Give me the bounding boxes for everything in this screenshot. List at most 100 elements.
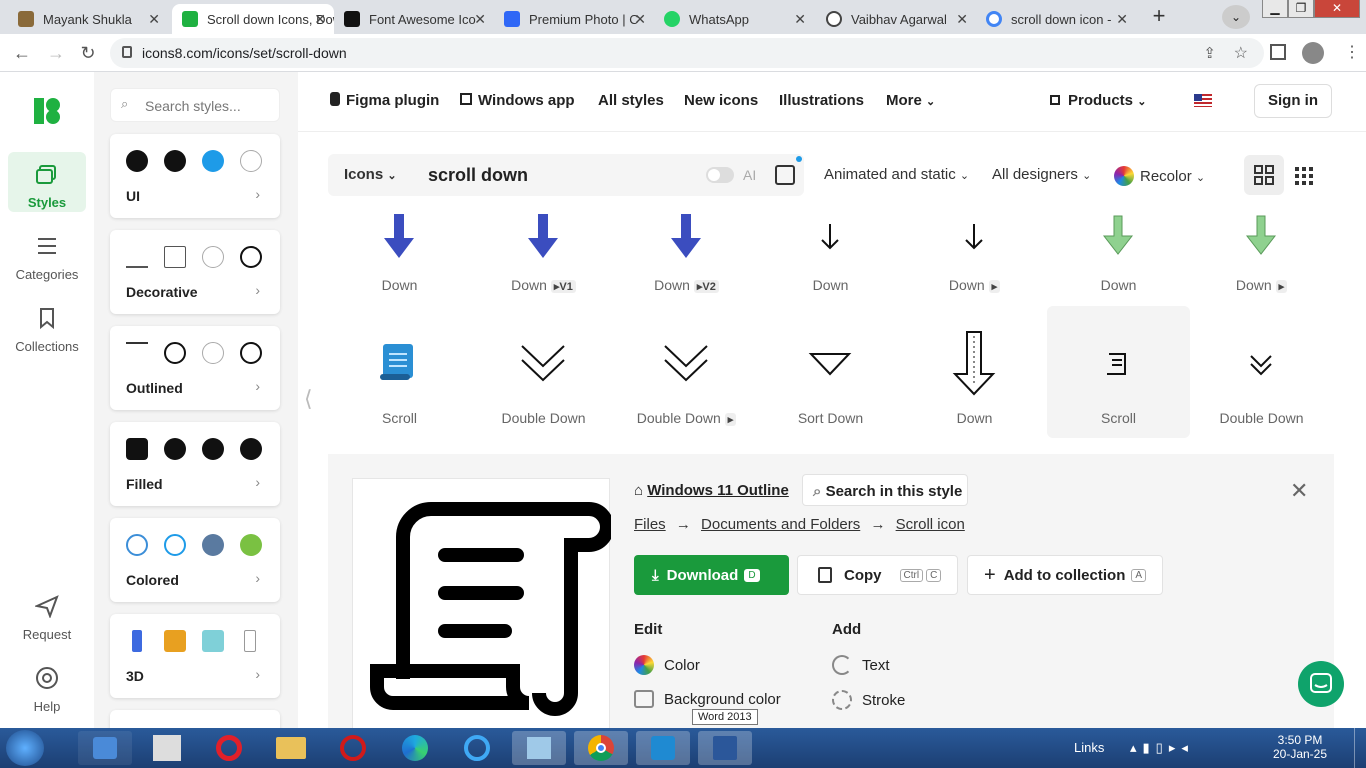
tab-font-awesome[interactable]: Font Awesome Ico ✕ <box>334 4 494 34</box>
animated-filter[interactable]: Animated and static ⌄ <box>824 166 969 183</box>
rail-request[interactable]: Request <box>8 594 86 642</box>
generic-app-icon[interactable] <box>512 731 566 765</box>
profile-avatar[interactable] <box>1302 42 1324 64</box>
maximize-button[interactable]: ❐ <box>1288 0 1314 18</box>
designers-filter[interactable]: All designers ⌄ <box>992 166 1091 183</box>
close-icon[interactable]: ✕ <box>794 11 806 28</box>
new-tab-button[interactable]: + <box>1146 5 1172 29</box>
style-name-link[interactable]: ⌂ Windows 11 Outline <box>634 482 789 499</box>
show-desktop-button[interactable] <box>1354 728 1366 768</box>
collapse-panel-icon[interactable]: ⟨ <box>304 386 313 412</box>
internet-explorer-icon[interactable] <box>450 731 504 765</box>
download-button[interactable]: ⤓ Download D <box>634 555 789 595</box>
chrome-icon[interactable] <box>574 731 628 765</box>
forward-icon[interactable]: → <box>44 42 68 64</box>
todo-app-icon[interactable] <box>140 731 194 765</box>
recolor-filter[interactable]: Recolor ⌄ <box>1114 166 1205 186</box>
chat-support-button[interactable] <box>1298 661 1344 707</box>
all-styles-link[interactable]: All styles <box>598 92 664 109</box>
search-in-style-button[interactable]: ⌕ Search in this style <box>802 474 968 506</box>
small-grid-view-icon[interactable] <box>1288 155 1320 195</box>
windows-app-link[interactable]: Windows app <box>460 92 575 109</box>
style-card-more[interactable] <box>110 710 280 728</box>
sign-in-button[interactable]: Sign in <box>1254 84 1332 118</box>
side-panel-icon[interactable] <box>1270 44 1286 60</box>
icon-tile[interactable]: Sort Down <box>759 306 902 438</box>
links-toolbar[interactable]: Links <box>1074 740 1104 755</box>
us-flag-icon[interactable] <box>1194 94 1212 107</box>
back-icon[interactable]: ← <box>10 42 34 64</box>
search-input[interactable]: scroll down <box>428 165 528 186</box>
file-explorer-icon[interactable] <box>264 731 318 765</box>
add-to-collection-button[interactable]: + Add to collection A <box>967 555 1163 595</box>
style-card-ui[interactable]: UI › <box>110 134 280 218</box>
icon-tile[interactable]: Double Down ▸ <box>615 306 758 438</box>
search-scope-dropdown[interactable]: Icons ⌄ <box>344 166 397 183</box>
icons8-logo-icon[interactable] <box>34 98 60 124</box>
tab-whatsapp[interactable]: WhatsApp ✕ <box>654 4 814 34</box>
tab-vaibhav[interactable]: Vaibhav Agarwal ✕ <box>816 4 976 34</box>
stroke-option[interactable]: Stroke <box>832 690 905 710</box>
style-card-colored[interactable]: Colored › <box>110 518 280 602</box>
icon-tile-selected[interactable]: Scroll <box>1047 306 1190 438</box>
rail-categories[interactable]: Categories <box>8 234 86 282</box>
rail-collections[interactable]: Collections <box>8 306 86 354</box>
illustrations-link[interactable]: Illustrations <box>779 92 864 109</box>
system-tray-icons[interactable]: ▴▮▯▸◂ <box>1130 740 1194 756</box>
ai-toggle[interactable] <box>706 167 734 183</box>
tab-search-button[interactable]: ⌄ <box>1222 5 1250 29</box>
products-menu[interactable]: Products ⌄ <box>1050 92 1146 109</box>
new-icons-link[interactable]: New icons <box>684 92 758 109</box>
media-player-icon[interactable] <box>78 731 132 765</box>
close-icon[interactable]: ✕ <box>474 11 486 28</box>
tab-google-search[interactable]: scroll down icon - ✕ <box>976 4 1136 34</box>
figma-plugin-link[interactable]: Figma plugin <box>330 92 439 109</box>
close-icon[interactable]: ✕ <box>1290 478 1308 504</box>
breadcrumb-scroll-icon[interactable]: Scroll icon <box>896 516 965 533</box>
style-card-3d[interactable]: 3D › <box>110 614 280 698</box>
minimize-button[interactable]: ▁ <box>1262 0 1288 18</box>
share-icon[interactable]: ⇪ <box>1203 44 1216 62</box>
word-icon[interactable] <box>698 731 752 765</box>
icon-tile[interactable]: Down <box>903 306 1046 438</box>
large-grid-view-icon[interactable] <box>1244 155 1284 195</box>
text-option[interactable]: Text <box>832 655 890 675</box>
edge-icon[interactable] <box>388 731 442 765</box>
breadcrumb-documents[interactable]: Documents and Folders <box>701 516 860 533</box>
bookmark-star-icon[interactable]: ☆ <box>1234 43 1248 63</box>
more-menu[interactable]: More ⌄ <box>886 92 935 109</box>
icon-tile[interactable]: Double Down <box>472 306 615 438</box>
clock[interactable]: 3:50 PM 20-Jan-25 <box>1260 733 1340 761</box>
close-icon[interactable]: ✕ <box>634 11 646 28</box>
style-card-decorative[interactable]: Decorative › <box>110 230 280 314</box>
search-styles-input[interactable]: ⌕ Search styles... <box>110 88 280 122</box>
opera-icon[interactable] <box>202 731 256 765</box>
rail-help[interactable]: Help <box>8 666 86 714</box>
browser-menu-icon[interactable]: ⋮ <box>1344 42 1360 62</box>
window-close-button[interactable]: ✕ <box>1314 0 1360 18</box>
reload-icon[interactable]: ↻ <box>76 42 100 64</box>
tab-mayank[interactable]: Mayank Shukla ✕ <box>8 4 168 34</box>
url-field[interactable]: icons8.com/icons/set/scroll-down ⇪ ☆ <box>110 38 1264 68</box>
icon-tile[interactable]: Scroll <box>328 306 471 438</box>
icon-tile[interactable]: Double Down <box>1190 306 1333 438</box>
close-icon[interactable]: ✕ <box>956 11 968 28</box>
style-card-filled[interactable]: Filled › <box>110 422 280 506</box>
image-search-icon[interactable] <box>775 165 795 185</box>
tab-premium-photo[interactable]: Premium Photo | C ✕ <box>494 4 654 34</box>
start-button[interactable] <box>6 730 44 766</box>
color-wheel-icon <box>634 655 654 675</box>
rail-styles[interactable]: Styles <box>8 152 86 212</box>
close-icon[interactable]: ✕ <box>148 11 160 28</box>
tab-scroll-down[interactable]: Scroll down Icons, Downl✕ <box>172 4 334 34</box>
color-option[interactable]: Color <box>634 655 700 675</box>
vscode-icon[interactable] <box>636 731 690 765</box>
close-icon[interactable]: ✕ <box>1116 11 1128 28</box>
breadcrumb-files[interactable]: Files <box>634 516 666 533</box>
app-red-icon[interactable] <box>326 731 380 765</box>
close-icon[interactable]: ✕ <box>314 11 326 28</box>
copy-button[interactable]: Copy Ctrl C <box>797 555 958 595</box>
copy-icon <box>818 567 832 583</box>
background-color-option[interactable]: Background color <box>634 690 781 708</box>
style-card-outlined[interactable]: Outlined › <box>110 326 280 410</box>
